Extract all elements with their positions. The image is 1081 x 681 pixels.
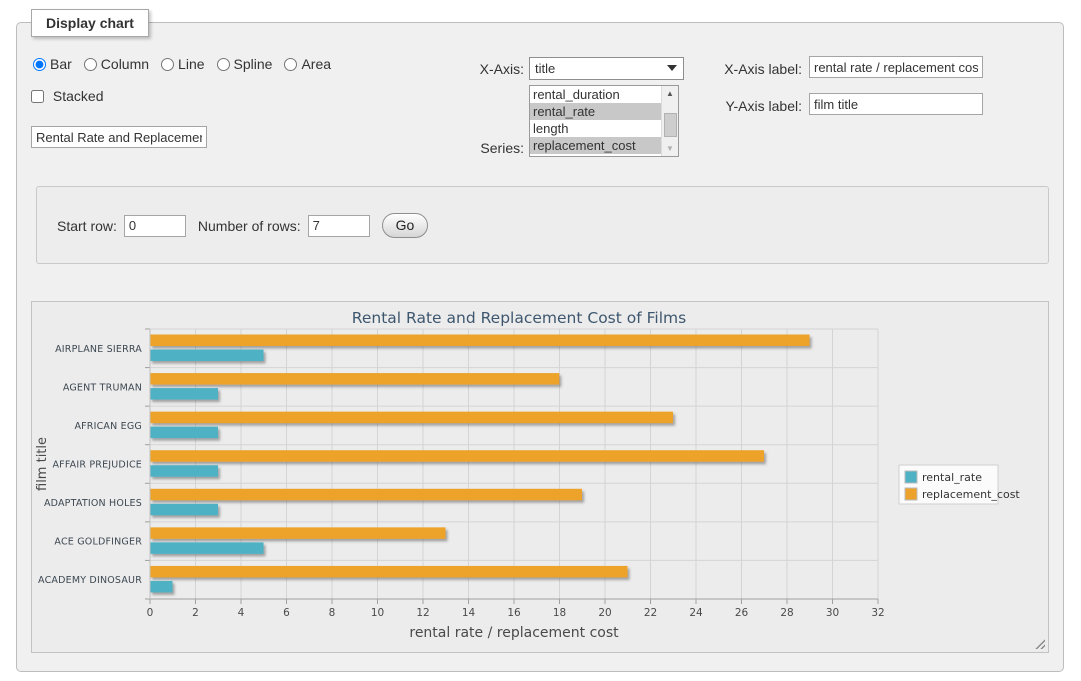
- chart-type-radios: Bar Column Line Spline Area: [33, 56, 343, 72]
- category-label: ACE GOLDFINGER: [54, 537, 142, 548]
- y-axis-field-label: Y-Axis label:: [717, 98, 802, 114]
- x-axis-label-text: X-Axis:: [467, 61, 524, 77]
- legend-swatch-icon: [905, 471, 917, 483]
- bar-replacement_cost: [150, 335, 810, 347]
- radio-label: Column: [101, 56, 149, 72]
- x-tick-label: 30: [826, 607, 839, 619]
- num-rows-input[interactable]: [308, 215, 370, 237]
- category-label: AIRPLANE SIERRA: [55, 344, 142, 355]
- radio-label: Line: [178, 56, 204, 72]
- bar-rental_rate: [150, 504, 218, 516]
- category-label: AFFAIR PREJUDICE: [52, 460, 142, 471]
- radio-area-button[interactable]: [284, 58, 297, 71]
- x-tick-label: 2: [192, 607, 199, 619]
- bar-replacement_cost: [150, 373, 559, 385]
- scroll-up-button[interactable]: ▲: [662, 86, 678, 101]
- chart-title: Rental Rate and Replacement Cost of Film…: [352, 309, 686, 327]
- bar-replacement_cost: [150, 489, 582, 501]
- series-option-replacement_cost[interactable]: replacement_cost: [530, 137, 661, 154]
- x-tick-label: 18: [553, 607, 566, 619]
- row-range-box: Start row: Number of rows: Go: [36, 186, 1049, 264]
- x-axis-label-input[interactable]: [809, 56, 983, 78]
- bar-chart: Rental Rate and Replacement Cost of Film…: [32, 302, 1048, 652]
- chart-type-spline[interactable]: Spline: [217, 56, 273, 72]
- y-axis-title: film title: [35, 437, 50, 491]
- series-listbox[interactable]: rental_durationrental_ratelengthreplacem…: [529, 85, 679, 157]
- series-label-text: Series:: [467, 140, 524, 156]
- x-tick-label: 26: [735, 607, 749, 619]
- legend-label: rental_rate: [922, 471, 982, 484]
- radio-label: Spline: [234, 56, 273, 72]
- bar-rental_rate: [150, 542, 264, 554]
- chart-legend: rental_rate replacement_cost: [899, 465, 1020, 504]
- x-tick-label: 14: [462, 607, 476, 619]
- scroll-down-button[interactable]: ▼: [662, 141, 678, 156]
- go-button[interactable]: Go: [382, 213, 429, 238]
- y-axis-label-input[interactable]: [809, 93, 983, 115]
- x-axis-title: rental rate / replacement cost: [409, 625, 619, 641]
- bar-rental_rate: [150, 465, 218, 477]
- radio-label: Bar: [50, 56, 72, 72]
- x-tick-label: 16: [507, 607, 521, 619]
- radio-spline-button[interactable]: [217, 58, 230, 71]
- stacked-checkbox-row[interactable]: Stacked: [31, 88, 103, 104]
- category-label: ACADEMY DINOSAUR: [38, 575, 142, 586]
- category-label: AFRICAN EGG: [74, 421, 142, 432]
- panel-title: Display chart: [31, 9, 149, 37]
- legend-item-replacement_cost[interactable]: replacement_cost: [905, 488, 1020, 501]
- x-tick-label: 24: [689, 607, 703, 619]
- bar-rental_rate: [150, 350, 264, 362]
- radio-line-button[interactable]: [161, 58, 174, 71]
- chart-type-bar[interactable]: Bar: [33, 56, 72, 72]
- radio-bar-button[interactable]: [33, 58, 46, 71]
- start-row-input[interactable]: [124, 215, 186, 237]
- category-label: ADAPTATION HOLES: [44, 498, 142, 509]
- scroll-thumb[interactable]: [664, 113, 677, 137]
- bar-rental_rate: [150, 388, 218, 400]
- display-chart-panel: Display chart BarColumnLineSplineArea St…: [16, 22, 1064, 672]
- series-option-length[interactable]: length: [530, 120, 661, 137]
- x-axis-select[interactable]: title: [529, 57, 684, 80]
- stacked-checkbox[interactable]: [31, 90, 44, 103]
- legend-label: replacement_cost: [922, 488, 1020, 501]
- x-tick-label: 0: [147, 607, 154, 619]
- x-tick-label: 32: [871, 607, 884, 619]
- chart-type-column[interactable]: Column: [84, 56, 149, 72]
- series-option-rental_rate[interactable]: rental_rate: [530, 103, 661, 120]
- start-row-label: Start row:: [57, 218, 117, 234]
- legend-swatch-icon: [905, 488, 917, 500]
- num-rows-label: Number of rows:: [198, 218, 301, 234]
- bar-replacement_cost: [150, 412, 673, 424]
- chart-type-line[interactable]: Line: [161, 56, 204, 72]
- x-tick-label: 28: [780, 607, 793, 619]
- series-options: rental_durationrental_ratelengthreplacem…: [530, 86, 661, 156]
- category-label: AGENT TRUMAN: [63, 382, 142, 393]
- x-tick-label: 22: [644, 607, 657, 619]
- x-axis-field-label: X-Axis label:: [717, 61, 802, 77]
- chart-container: Rental Rate and Replacement Cost of Film…: [31, 301, 1049, 653]
- chart-title-input[interactable]: [31, 126, 207, 148]
- chart-type-area[interactable]: Area: [284, 56, 331, 72]
- x-tick-label: 12: [416, 607, 429, 619]
- x-tick-label: 6: [283, 607, 290, 619]
- x-tick-label: 10: [371, 607, 384, 619]
- scrollbar[interactable]: ▲ ▼: [661, 86, 678, 156]
- bar-rental_rate: [150, 581, 173, 593]
- bar-replacement_cost: [150, 450, 764, 462]
- x-axis-selected-value: title: [535, 61, 555, 76]
- radio-label: Area: [301, 56, 331, 72]
- legend-item-rental_rate[interactable]: rental_rate: [905, 471, 982, 484]
- stacked-label: Stacked: [53, 88, 104, 104]
- bar-rental_rate: [150, 427, 218, 439]
- x-tick-label: 20: [598, 607, 611, 619]
- bar-replacement_cost: [150, 527, 446, 539]
- radio-column-button[interactable]: [84, 58, 97, 71]
- x-tick-label: 8: [329, 607, 336, 619]
- bar-replacement_cost: [150, 566, 628, 578]
- series-option-rental_duration[interactable]: rental_duration: [530, 86, 661, 103]
- chevron-down-icon: [667, 65, 677, 71]
- x-tick-label: 4: [238, 607, 245, 619]
